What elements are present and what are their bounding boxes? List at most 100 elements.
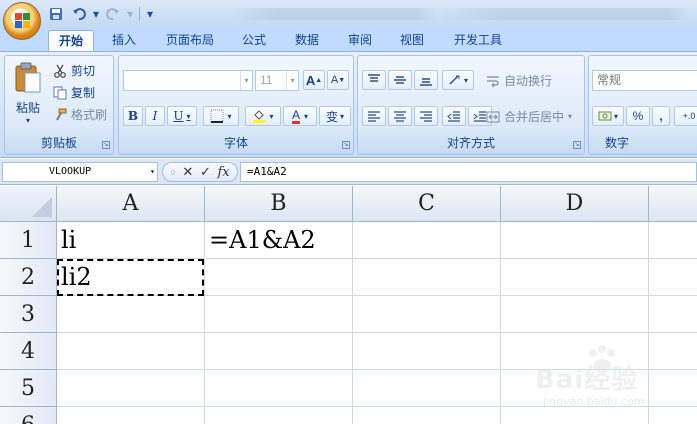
- cell-a6[interactable]: [57, 407, 205, 424]
- cell-c5[interactable]: [353, 370, 501, 407]
- clipboard-launcher-icon[interactable]: ↘: [102, 141, 110, 149]
- window-title-blurred: [230, 8, 690, 20]
- tab-view[interactable]: 视图: [390, 30, 434, 51]
- bold-button[interactable]: B: [123, 106, 143, 126]
- cell-c1[interactable]: [353, 222, 501, 259]
- font-launcher-icon[interactable]: ↘: [342, 141, 350, 149]
- phonetic-guide-button[interactable]: 变 ▾: [319, 106, 351, 126]
- grow-font-label: A: [305, 72, 316, 88]
- wrap-text-button[interactable]: 自动换行: [486, 72, 552, 89]
- cell-c3[interactable]: [353, 296, 501, 333]
- name-box[interactable]: VLOOKUP ▾: [2, 162, 158, 182]
- select-all-corner[interactable]: [0, 186, 57, 222]
- align-left-button[interactable]: [362, 106, 386, 126]
- redo-dropdown-icon[interactable]: ▾: [126, 5, 134, 23]
- cancel-icon[interactable]: ✕: [182, 164, 193, 180]
- align-center-button[interactable]: [388, 106, 412, 126]
- cell-a1[interactable]: li: [57, 222, 205, 259]
- cell-b6[interactable]: [205, 407, 353, 424]
- tab-review[interactable]: 审阅: [338, 30, 382, 51]
- tab-insert[interactable]: 插入: [102, 30, 146, 51]
- cell-d1[interactable]: [501, 222, 649, 259]
- copy-button[interactable]: 复制: [53, 84, 95, 101]
- row-header-3[interactable]: 3: [0, 296, 57, 333]
- column-header-e[interactable]: [649, 186, 697, 222]
- shrink-font-button[interactable]: A ▼: [327, 70, 349, 90]
- formula-input[interactable]: =A1&A2: [240, 162, 697, 182]
- fill-color-button[interactable]: ▾: [245, 106, 281, 126]
- cell-e3[interactable]: [649, 296, 697, 333]
- borders-button[interactable]: ▾: [203, 106, 239, 126]
- tab-formulas[interactable]: 公式: [232, 30, 276, 51]
- row-header-2[interactable]: 2: [0, 259, 57, 296]
- font-color-button[interactable]: A ▾: [283, 106, 317, 126]
- cell-e2[interactable]: [649, 259, 697, 296]
- cell-d2[interactable]: [501, 259, 649, 296]
- wrap-text-icon: [487, 75, 499, 87]
- undo-button[interactable]: [69, 5, 89, 23]
- row-header-4[interactable]: 4: [0, 333, 57, 370]
- tab-home[interactable]: 开始: [48, 30, 95, 51]
- orientation-button[interactable]: ▾: [442, 70, 474, 90]
- column-header-a[interactable]: A: [57, 186, 205, 222]
- row-header-1[interactable]: 1: [0, 222, 57, 259]
- cell-b4[interactable]: [205, 333, 353, 370]
- grow-font-button[interactable]: A ▲: [303, 70, 325, 90]
- row-header-6[interactable]: 6: [0, 407, 57, 424]
- align-center-icon: [394, 111, 406, 122]
- office-button[interactable]: [3, 2, 41, 40]
- italic-button[interactable]: I: [145, 106, 165, 126]
- cell-c6[interactable]: [353, 407, 501, 424]
- cut-button[interactable]: 剪切: [53, 62, 95, 79]
- cell-b5[interactable]: [205, 370, 353, 407]
- font-name-select[interactable]: ▾: [123, 70, 253, 91]
- underline-button[interactable]: U ▾: [167, 106, 197, 126]
- align-top-button[interactable]: [362, 70, 386, 90]
- percent-button[interactable]: %: [626, 106, 650, 126]
- cell-e1[interactable]: [649, 222, 697, 259]
- enter-icon[interactable]: ✓: [200, 164, 211, 180]
- customize-qat-icon[interactable]: ▾: [145, 5, 155, 23]
- cell-b1[interactable]: =A1&A2: [205, 222, 353, 259]
- cell-c2[interactable]: [353, 259, 501, 296]
- merge-center-dropdown-icon: ▾: [568, 112, 573, 121]
- row-header-5[interactable]: 5: [0, 370, 57, 407]
- tab-page-layout[interactable]: 页面布局: [156, 30, 224, 51]
- tab-data[interactable]: 数据: [285, 30, 329, 51]
- clipboard-group: 粘贴 ▾ 剪切 复制 格式刷 剪贴板 ↘: [4, 55, 114, 155]
- merge-center-button[interactable]: 合并后居中 ▾: [486, 108, 572, 125]
- number-group-label: 数字: [604, 136, 629, 150]
- number-format-select[interactable]: 常规: [592, 70, 697, 91]
- increase-decimal-button[interactable]: +.0: [674, 106, 697, 126]
- cell-c4[interactable]: [353, 333, 501, 370]
- align-right-button[interactable]: [414, 106, 438, 126]
- column-header-c[interactable]: C: [353, 186, 501, 222]
- alignment-launcher-icon[interactable]: ↘: [573, 141, 581, 149]
- fill-bucket-icon: [253, 110, 266, 123]
- shrink-font-label: A: [330, 74, 339, 86]
- decrease-indent-button[interactable]: [442, 106, 466, 126]
- font-size-select[interactable]: 11 ▾: [255, 70, 299, 91]
- cell-b3[interactable]: [205, 296, 353, 333]
- cell-a2[interactable]: li2: [57, 259, 205, 296]
- insert-function-icon[interactable]: fx: [217, 165, 229, 180]
- column-header-d[interactable]: D: [501, 186, 649, 222]
- merge-center-label: 合并后居中: [504, 110, 565, 124]
- cell-a5[interactable]: [57, 370, 205, 407]
- accounting-format-button[interactable]: ▾: [592, 106, 624, 126]
- redo-button[interactable]: [103, 5, 123, 23]
- column-header-b[interactable]: B: [205, 186, 353, 222]
- save-button[interactable]: [46, 5, 66, 23]
- comma-style-button[interactable]: ,: [652, 106, 670, 126]
- cell-a4[interactable]: [57, 333, 205, 370]
- tab-developer[interactable]: 开发工具: [444, 30, 512, 51]
- cell-b2[interactable]: [205, 259, 353, 296]
- align-middle-button[interactable]: [388, 70, 412, 90]
- cell-d3[interactable]: [501, 296, 649, 333]
- undo-dropdown-icon[interactable]: ▾: [92, 5, 100, 23]
- format-painter-button[interactable]: 格式刷: [53, 106, 107, 123]
- align-bottom-button[interactable]: [414, 70, 438, 90]
- cell-a3[interactable]: [57, 296, 205, 333]
- paste-button[interactable]: 粘贴 ▾: [9, 60, 47, 130]
- name-box-dropdown-icon[interactable]: ▾: [150, 163, 155, 181]
